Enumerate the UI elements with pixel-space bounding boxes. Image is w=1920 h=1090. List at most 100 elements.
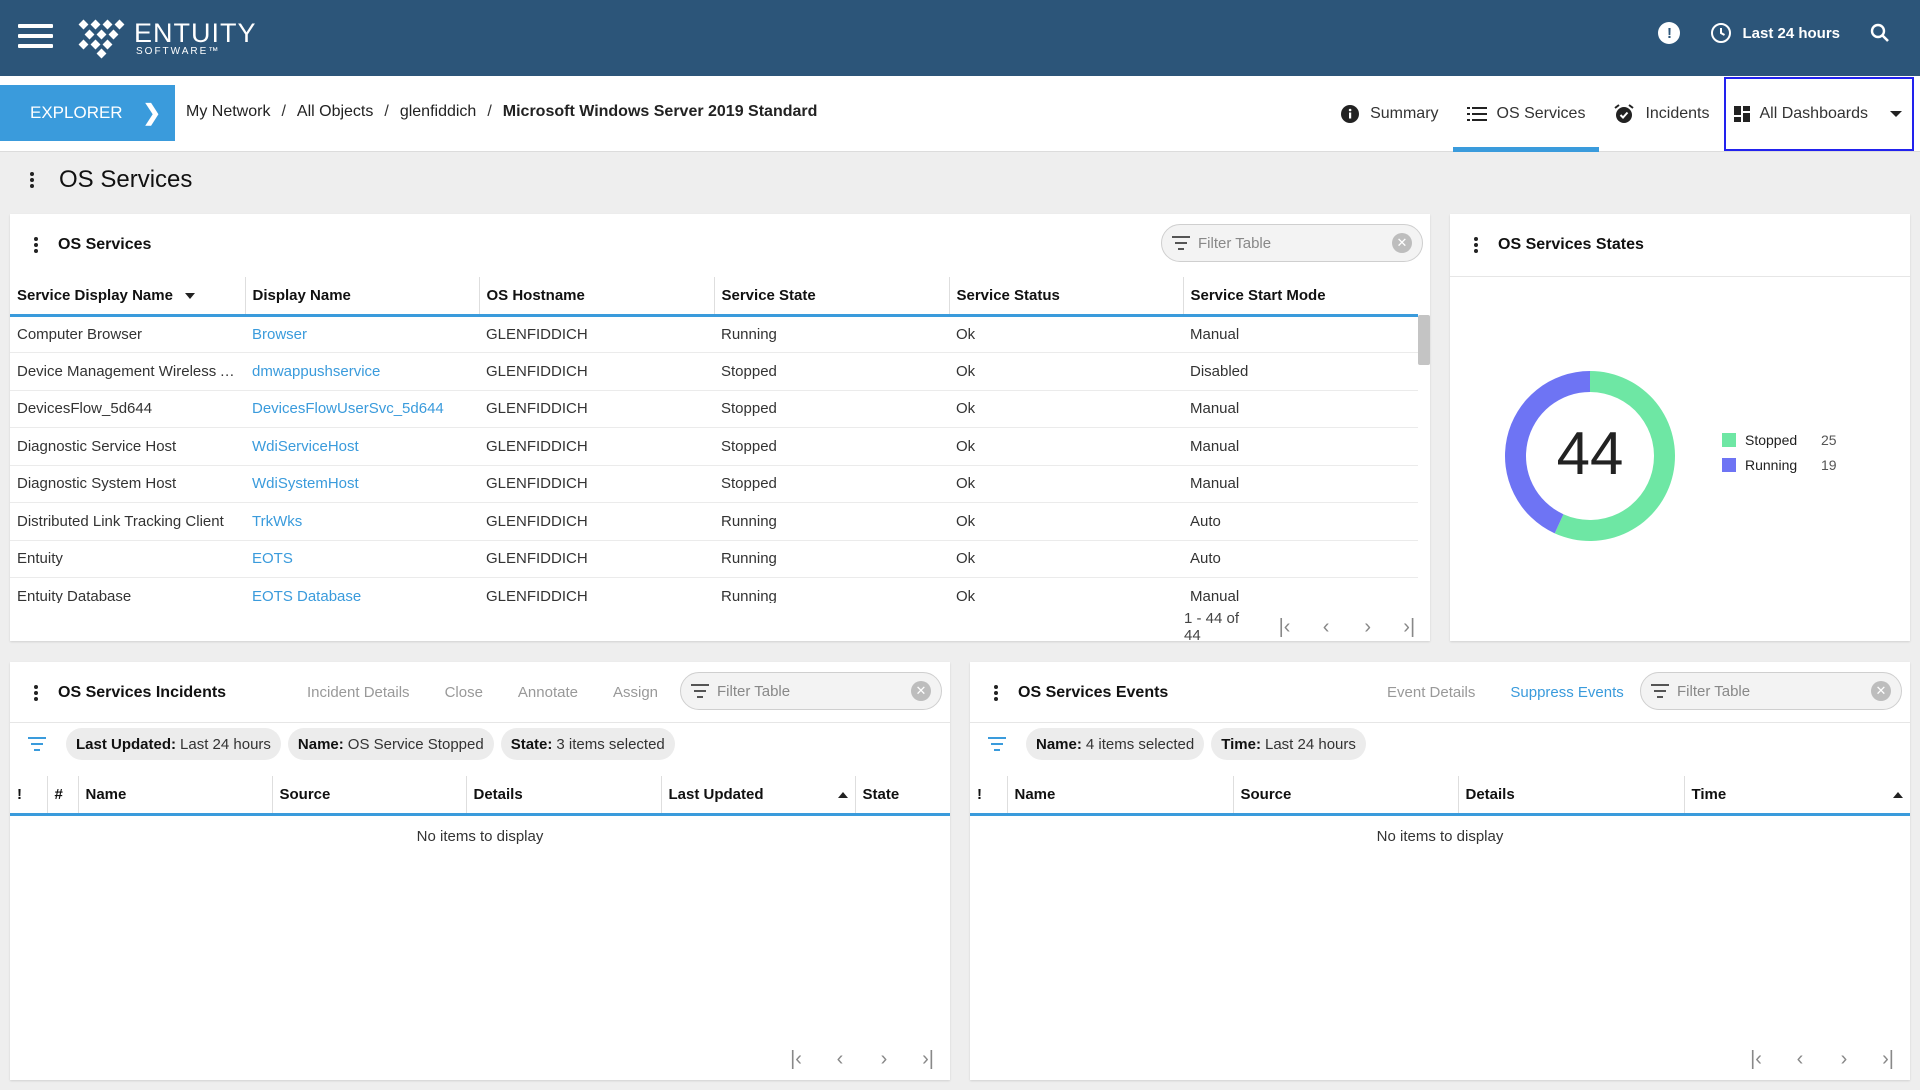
table-cell[interactable]: dmwappushservice <box>245 352 479 391</box>
search-icon[interactable] <box>1870 23 1890 43</box>
column-header[interactable]: OS Hostname <box>479 277 715 317</box>
column-header[interactable]: Details <box>466 776 662 816</box>
column-header[interactable]: Source <box>272 776 467 816</box>
table-row[interactable]: Entuity EOTS GLENFIDDICH Running Ok Auto <box>10 540 1418 578</box>
first-page-button[interactable]: |‹ <box>774 1048 818 1071</box>
table-cell[interactable]: WdiSystemHost <box>245 465 479 503</box>
table-cell: Diagnostic System Host <box>10 465 245 503</box>
table-header-row: ! # Name Source Details Last Updated Sta… <box>10 776 950 816</box>
column-header[interactable]: Name <box>78 776 273 816</box>
tab-os-services-label: OS Services <box>1496 105 1586 122</box>
table-cell: Manual <box>1183 465 1418 503</box>
explorer-button[interactable]: EXPLORER ❯ <box>0 85 175 141</box>
breadcrumb-my-network[interactable]: My Network <box>186 103 270 121</box>
last-page-button[interactable]: ›| <box>1866 1048 1910 1071</box>
column-header[interactable]: Service State <box>714 277 950 317</box>
services-filter-input[interactable]: Filter Table ✕ <box>1161 224 1423 262</box>
table-cell[interactable]: Browser <box>245 315 479 353</box>
next-page-button[interactable]: › <box>1822 1048 1866 1071</box>
table-row[interactable]: Computer Browser Browser GLENFIDDICH Runnin… <box>10 315 1418 353</box>
table-cell: GLENFIDDICH <box>479 427 714 466</box>
filter-icon[interactable] <box>988 737 1006 751</box>
filter-chip[interactable]: State: 3 items selected <box>500 728 675 760</box>
suppress-events-button[interactable]: Suppress Events <box>1510 684 1623 701</box>
filter-chip[interactable]: Name: 4 items selected <box>1026 728 1205 760</box>
table-cell[interactable]: EOTS Database <box>245 577 479 603</box>
assign-button[interactable]: Assign <box>613 684 658 701</box>
table-cell: GLENFIDDICH <box>479 315 714 353</box>
card-menu-icon[interactable] <box>994 685 998 701</box>
table-row[interactable]: Distributed Link Tracking Client TrkWks GL… <box>10 502 1418 541</box>
column-header[interactable]: Last Updated <box>661 776 856 816</box>
card-menu-icon[interactable] <box>1474 237 1478 253</box>
card-header: OS Services Events <box>994 684 1168 702</box>
table-row[interactable]: DevicesFlow_5d644 DevicesFlowUserSvc_5d64… <box>10 390 1418 428</box>
clear-filter-icon[interactable]: ✕ <box>911 681 931 701</box>
table-cell[interactable]: DevicesFlowUserSvc_5d644 <box>245 390 479 428</box>
filter-chip[interactable]: Time: Last 24 hours <box>1211 728 1366 760</box>
column-header[interactable]: Details <box>1458 776 1685 816</box>
incident-details-button[interactable]: Incident Details <box>307 684 410 701</box>
last-page-button[interactable]: ›| <box>1388 616 1430 639</box>
card-menu-icon[interactable] <box>34 237 38 253</box>
time-range-button[interactable]: Last 24 hours <box>1710 22 1840 44</box>
first-page-button[interactable]: |‹ <box>1264 616 1306 639</box>
filter-chip[interactable]: Name: OS Service Stopped <box>287 728 494 760</box>
table-row[interactable]: Entuity Database EOTS Database GLENFIDDICH… <box>10 577 1418 603</box>
first-page-button[interactable]: |‹ <box>1734 1048 1778 1071</box>
scrollbar-thumb[interactable] <box>1418 315 1430 365</box>
page-menu-icon[interactable] <box>30 172 34 188</box>
column-header[interactable]: Service Display Name <box>10 277 246 317</box>
last-page-button[interactable]: ›| <box>906 1048 950 1071</box>
table-row[interactable]: Diagnostic System Host WdiSystemHost GLENF… <box>10 465 1418 503</box>
entuity-logo[interactable]: ENTUITY SOFTWARE™ <box>76 17 257 59</box>
column-header[interactable]: Service Start Mode <box>1183 277 1418 317</box>
column-header[interactable]: Source <box>1233 776 1459 816</box>
page-title: OS Services <box>59 166 193 193</box>
next-page-button[interactable]: › <box>862 1048 906 1071</box>
column-header[interactable]: ! <box>10 776 48 816</box>
previous-page-button[interactable]: ‹ <box>818 1048 862 1071</box>
incidents-filter-input[interactable]: Filter Table ✕ <box>680 672 942 710</box>
tab-incidents[interactable]: Incidents <box>1599 76 1723 152</box>
close-button[interactable]: Close <box>445 684 483 701</box>
breadcrumb-glenfiddich[interactable]: glenfiddich <box>400 103 477 121</box>
table-row[interactable]: Device Management Wireless A... dmwappush… <box>10 352 1418 391</box>
tab-summary[interactable]: Summary <box>1326 76 1452 152</box>
card-menu-icon[interactable] <box>34 685 38 701</box>
chip-value: 3 items selected <box>556 735 665 753</box>
column-header[interactable]: State <box>855 776 950 816</box>
next-page-button[interactable]: › <box>1347 616 1389 639</box>
clear-filter-icon[interactable]: ✕ <box>1871 681 1891 701</box>
annotate-button[interactable]: Annotate <box>518 684 578 701</box>
tab-all-dashboards[interactable]: All Dashboards <box>1723 77 1914 151</box>
column-header[interactable]: Display Name <box>245 277 480 317</box>
previous-page-button[interactable]: ‹ <box>1305 616 1347 639</box>
list-icon <box>1466 107 1487 121</box>
column-header[interactable]: ! <box>970 776 1008 816</box>
clear-filter-icon[interactable]: ✕ <box>1392 233 1412 253</box>
column-header[interactable]: # <box>47 776 79 816</box>
column-header[interactable]: Name <box>1007 776 1234 816</box>
events-filter-input[interactable]: Filter Table ✕ <box>1640 672 1902 710</box>
card-title: OS Services States <box>1498 236 1644 253</box>
table-cell[interactable]: EOTS <box>245 540 479 578</box>
table-cell[interactable]: WdiServiceHost <box>245 427 479 466</box>
table-cell[interactable]: TrkWks <box>245 502 479 541</box>
column-header[interactable]: Service Status <box>949 277 1184 317</box>
event-details-button[interactable]: Event Details <box>1387 684 1475 701</box>
legend-item-running[interactable]: Running 19 <box>1722 457 1837 473</box>
breadcrumb-separator: / <box>487 103 492 120</box>
filter-icon[interactable] <box>28 737 46 751</box>
breadcrumb-all-objects[interactable]: All Objects <box>297 103 373 121</box>
chip-key: Last Updated: <box>76 735 177 753</box>
legend-item-stopped[interactable]: Stopped 25 <box>1722 432 1837 448</box>
table-row[interactable]: Diagnostic Service Host WdiServiceHost GLE… <box>10 427 1418 466</box>
tab-os-services[interactable]: OS Services <box>1452 76 1600 152</box>
previous-page-button[interactable]: ‹ <box>1778 1048 1822 1071</box>
caret-down-icon <box>1890 111 1902 117</box>
filter-chip[interactable]: Last Updated: Last 24 hours <box>66 728 281 760</box>
notification-icon[interactable]: ! <box>1658 22 1681 44</box>
column-header[interactable]: Time <box>1684 776 1910 816</box>
hamburger-menu-icon[interactable] <box>18 24 53 48</box>
